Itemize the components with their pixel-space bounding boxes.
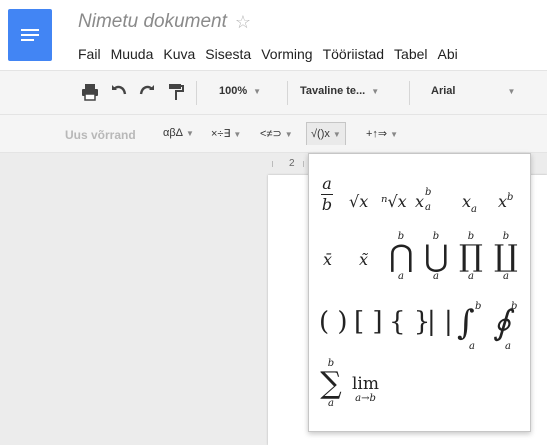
contour-integral-symbol[interactable]: ∮ b a <box>493 302 523 352</box>
toolbar-divider <box>287 81 288 105</box>
menu-help[interactable]: Abi <box>438 46 458 62</box>
greek-letters-label: αβΔ <box>163 127 184 139</box>
big-intersection-symbol[interactable]: b ⋂ a <box>389 232 414 282</box>
menu-view[interactable]: Kuva <box>163 46 195 62</box>
ruler-tick <box>303 161 304 167</box>
chevron-down-icon: ▼ <box>186 129 194 138</box>
toolbar-divider <box>196 81 197 105</box>
relations-label: <≠⊃ <box>260 128 282 140</box>
upper-limit: b <box>511 301 518 312</box>
print-icon[interactable] <box>80 82 100 102</box>
superscript-base: x <box>498 192 508 211</box>
undo-icon[interactable] <box>108 82 128 102</box>
upper-limit: b <box>475 301 482 312</box>
greek-letters-dropdown[interactable]: αβΔ ▼ <box>163 127 194 139</box>
chevron-down-icon: ▼ <box>233 130 242 139</box>
fraction-symbol[interactable]: a b <box>321 176 333 213</box>
limit-label: lim <box>352 374 379 394</box>
sub-superscript-symbol[interactable]: x b a <box>415 188 431 213</box>
limit-subscript: a→b <box>355 393 376 404</box>
operators-label: ×÷∃ <box>211 128 231 140</box>
parentheses-symbol[interactable]: ( ) <box>319 309 348 335</box>
superscript-symbol[interactable]: xb <box>498 192 514 211</box>
lower-limit: a <box>469 341 475 352</box>
math-operations-label: √()x <box>311 128 330 140</box>
absolute-value-symbol[interactable]: | | <box>427 309 453 335</box>
redo-icon[interactable] <box>138 82 158 102</box>
subscript-sub: a <box>471 204 477 215</box>
arrows-dropdown[interactable]: +↑⇒ ▼ <box>366 127 398 140</box>
menu-format[interactable]: Vorming <box>261 46 312 62</box>
title-bar: Nimetu dokument ☆ <box>78 10 251 34</box>
bar-accent-symbol[interactable]: x̄ <box>323 252 332 268</box>
square-root-symbol[interactable]: √x <box>349 194 368 210</box>
subscript-base: x <box>462 192 472 211</box>
chevron-down-icon: ▼ <box>390 130 399 139</box>
summation-symbol[interactable]: b ∑ a <box>319 359 343 409</box>
paint-format-icon[interactable] <box>166 82 186 102</box>
star-icon[interactable]: ☆ <box>235 12 251 33</box>
sub-superscript-sub: a <box>425 202 431 213</box>
limit-symbol[interactable]: lim a→b <box>352 376 379 404</box>
docs-logo-icon[interactable] <box>8 9 52 61</box>
intersection-glyph: ⋂ <box>389 239 414 274</box>
style-select[interactable]: Tavaline te... ▼ <box>300 85 379 97</box>
app-header: Nimetu dokument ☆ Fail Muuda Kuva Sisest… <box>0 0 547 70</box>
main-toolbar: 100% ▼ Tavaline te... ▼ Arial ▼ <box>0 70 547 115</box>
toolbar-divider <box>409 81 410 105</box>
braces-symbol[interactable]: { } <box>389 309 430 335</box>
ruler-tick <box>272 161 273 167</box>
integral-glyph: ∫ <box>457 303 475 343</box>
zoom-select[interactable]: 100% ▼ <box>219 85 261 97</box>
coproduct-symbol[interactable]: b ∐ a <box>494 232 518 282</box>
arrows-label: +↑⇒ <box>366 128 388 140</box>
summation-glyph: ∑ <box>320 366 342 401</box>
menu-file[interactable]: Fail <box>78 46 101 62</box>
contour-integral-glyph: ∮ <box>493 303 511 343</box>
big-union-symbol[interactable]: b ⋃ a <box>424 232 449 282</box>
coproduct-glyph: ∐ <box>494 239 518 274</box>
integral-symbol[interactable]: ∫ b a <box>457 302 487 352</box>
new-equation-button[interactable]: Uus võrrand <box>58 123 143 147</box>
fraction-numerator: a <box>322 174 332 193</box>
menu-bar: Fail Muuda Kuva Sisesta Vorming Tööriist… <box>78 46 468 62</box>
font-value: Arial <box>431 85 456 97</box>
menu-edit[interactable]: Muuda <box>111 46 154 62</box>
relations-dropdown[interactable]: <≠⊃ ▼ <box>260 127 293 140</box>
math-operations-dropdown[interactable]: √()x ▼ <box>306 122 346 145</box>
union-glyph: ⋃ <box>424 239 449 274</box>
superscript-sup: b <box>507 192 514 203</box>
tilde-accent-symbol[interactable]: x̃ <box>359 252 368 268</box>
sub-superscript-base: x <box>415 192 425 211</box>
subscript-symbol[interactable]: xa <box>462 192 477 215</box>
menu-insert[interactable]: Sisesta <box>205 46 251 62</box>
document-title[interactable]: Nimetu dokument <box>78 11 227 33</box>
fraction-denominator: b <box>321 195 333 214</box>
chevron-down-icon: ▼ <box>507 87 516 96</box>
menu-tools[interactable]: Tööriistad <box>323 46 384 62</box>
product-glyph: ∏ <box>459 239 483 274</box>
chevron-down-icon: ▼ <box>332 130 341 139</box>
brackets-symbol[interactable]: [ ] <box>354 309 383 335</box>
font-select[interactable]: Arial ▼ <box>431 85 515 97</box>
menu-table[interactable]: Tabel <box>394 46 427 62</box>
chevron-down-icon: ▼ <box>371 87 380 96</box>
nth-root-symbol[interactable]: ⁿ√x <box>381 194 407 210</box>
lower-limit: a <box>505 341 511 352</box>
style-value: Tavaline te... <box>300 85 366 97</box>
operators-dropdown[interactable]: ×÷∃ ▼ <box>211 127 241 140</box>
product-symbol[interactable]: b ∏ a <box>459 232 483 282</box>
zoom-value: 100% <box>219 85 248 97</box>
ruler-marker: 2 <box>289 158 295 169</box>
equation-toolbar: Uus võrrand αβΔ ▼ ×÷∃ ▼ <≠⊃ ▼ √()x ▼ +↑⇒ ▼ <box>0 115 547 153</box>
math-operations-panel: a b √x ⁿ√x x b a xa xb x̄ x̃ b ⋂ a b ⋃ a… <box>308 153 531 432</box>
sub-superscript-sup: b <box>425 187 432 198</box>
chevron-down-icon: ▼ <box>284 130 293 139</box>
chevron-down-icon: ▼ <box>253 87 262 96</box>
